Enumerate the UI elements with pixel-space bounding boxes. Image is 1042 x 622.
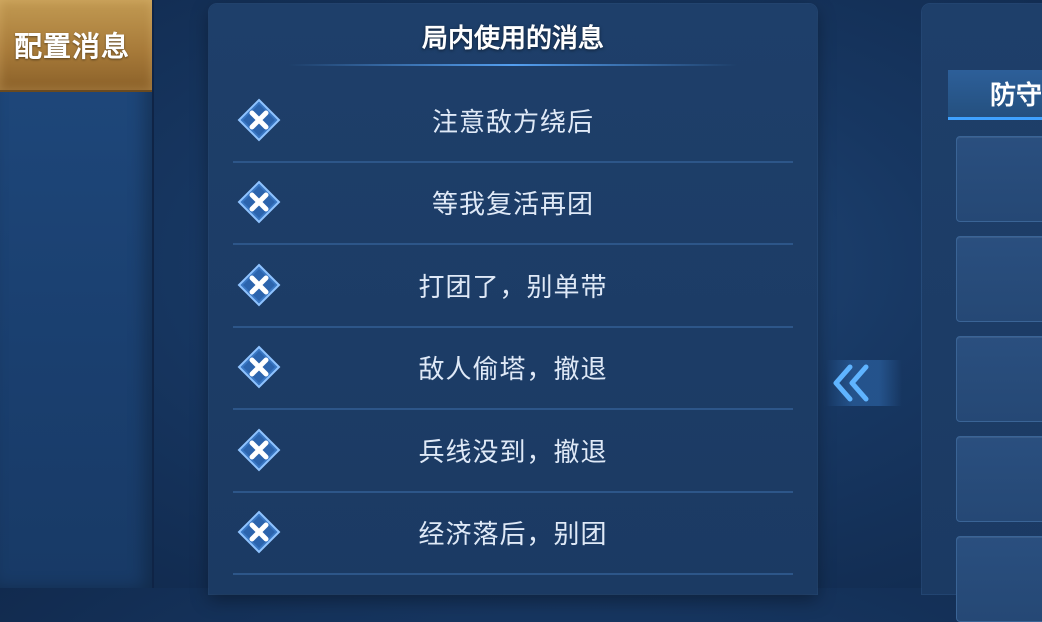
left-sidebar: 配置消息 — [0, 0, 154, 588]
message-row[interactable]: 敌人偷塔，撤退 — [233, 326, 793, 410]
message-row[interactable]: 兵线没到，撤退 — [233, 409, 793, 493]
message-text: 敌人偷塔，撤退 — [418, 354, 608, 385]
move-to-left-button[interactable] — [826, 360, 902, 406]
panel-title: 局内使用的消息 — [421, 24, 604, 54]
message-row[interactable]: 经济落后，别团 — [233, 491, 793, 575]
message-slot[interactable] — [956, 136, 1042, 222]
title-divider — [289, 64, 737, 66]
in-game-messages-panel: 局内使用的消息 注意敌方绕后 等我复活再团 打团了，别单带 敌人偷塔，撤退 兵线… — [209, 4, 817, 594]
tab-defense-label: 防守 — [990, 81, 1042, 111]
message-slot[interactable] — [956, 536, 1042, 622]
message-library-panel: 防守 — [922, 4, 1042, 622]
message-slot[interactable] — [956, 236, 1042, 322]
message-row[interactable]: 打团了，别单带 — [233, 244, 793, 328]
message-text: 打团了，别单带 — [418, 272, 608, 303]
message-text: 等我复活再团 — [431, 189, 594, 220]
message-row[interactable]: 注意敌方绕后 — [233, 79, 793, 163]
message-text: 兵线没到，撤退 — [418, 437, 608, 468]
message-row[interactable]: 等我复活再团 — [233, 161, 793, 245]
tab-defense[interactable]: 防守 — [948, 70, 1042, 120]
tab-config-messages[interactable]: 配置消息 — [0, 0, 152, 92]
double-chevron-left-icon — [833, 364, 869, 402]
tab-config-label: 配置消息 — [13, 30, 130, 63]
message-text: 注意敌方绕后 — [431, 107, 594, 138]
message-slot[interactable] — [956, 336, 1042, 422]
message-text: 经济落后，别团 — [418, 519, 608, 550]
message-slot[interactable] — [956, 436, 1042, 522]
